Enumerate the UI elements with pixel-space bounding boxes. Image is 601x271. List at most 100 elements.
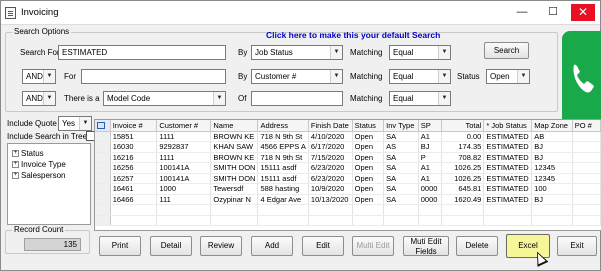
table-cell: SA bbox=[383, 173, 419, 184]
col-header-map-zone[interactable]: Map Zone bbox=[531, 120, 573, 132]
table-cell bbox=[110, 204, 158, 216]
muti-edit-fields-button[interactable]: Muti Edit Fields bbox=[403, 236, 449, 256]
of-input[interactable] bbox=[251, 91, 343, 106]
table-cell: 1026.25 bbox=[441, 173, 485, 184]
col-header-address[interactable]: Address bbox=[257, 120, 309, 132]
conjunction-select-2[interactable]: AND ▼ bbox=[22, 69, 56, 84]
table-cell bbox=[110, 215, 158, 226]
table-cell bbox=[572, 131, 601, 142]
table-cell bbox=[572, 215, 601, 226]
edit-button[interactable]: Edit bbox=[302, 236, 344, 256]
col-header-job-status[interactable]: * Job Status bbox=[483, 120, 533, 132]
table-cell: A1 bbox=[418, 173, 443, 184]
tree-item-salesperson[interactable]: + Salesperson bbox=[12, 171, 65, 180]
row-selector[interactable] bbox=[95, 173, 111, 184]
search-for-input[interactable]: ESTIMATED bbox=[58, 45, 226, 60]
tree-item-status[interactable]: + Status bbox=[12, 149, 44, 158]
search-by-select-2[interactable]: Customer # ▼ bbox=[251, 69, 343, 84]
table-cell bbox=[257, 204, 309, 216]
search-button[interactable]: Search bbox=[484, 42, 529, 59]
table-cell: Open bbox=[352, 141, 385, 153]
status-select[interactable]: Open ▼ bbox=[486, 69, 530, 84]
table-cell: 9292837 bbox=[156, 141, 212, 153]
there-is-a-select[interactable]: Model Code ▼ bbox=[103, 91, 226, 106]
add-button[interactable]: Add bbox=[251, 236, 293, 256]
invoice-grid[interactable]: Invoice # Customer # Name Address Finish… bbox=[94, 119, 601, 231]
search-by-value-2: Customer # bbox=[255, 72, 297, 81]
row-selector[interactable] bbox=[95, 204, 111, 216]
matching-select-2[interactable]: Equal ▼ bbox=[389, 69, 451, 84]
table-row[interactable]: 16466 111 Ozypinar N4 Edgar Ave 10/13/2020 O… bbox=[95, 194, 601, 205]
table-row[interactable]: 16256 100141A SMITH DON 15111 asdf 6/23/2020… bbox=[95, 162, 601, 174]
multi-edit-button: Multi Edit bbox=[352, 236, 394, 256]
default-search-link[interactable]: Click here to make this your default Sea… bbox=[266, 30, 440, 40]
row-selector[interactable] bbox=[95, 162, 111, 174]
row-selector[interactable] bbox=[95, 215, 111, 226]
table-row[interactable] bbox=[95, 204, 601, 216]
row-selector[interactable] bbox=[95, 152, 111, 163]
exit-button[interactable]: Exit bbox=[557, 236, 597, 256]
expand-icon[interactable]: + bbox=[12, 172, 19, 180]
matching-select-1[interactable]: Equal ▼ bbox=[389, 45, 451, 60]
row-selector[interactable] bbox=[95, 141, 111, 153]
phone-panel[interactable] bbox=[562, 31, 601, 127]
table-cell: BJ bbox=[531, 152, 573, 163]
muti-edit-fields-line-1: Muti Edit bbox=[410, 237, 442, 246]
row-selector[interactable] bbox=[95, 183, 111, 195]
matching-value-1: Equal bbox=[393, 48, 414, 57]
grid-corner[interactable] bbox=[95, 120, 111, 132]
there-is-a-value: Model Code bbox=[107, 94, 151, 103]
table-row[interactable]: 16257 100141A SMITH DON 15111 asdf 6/23/2020… bbox=[95, 173, 601, 184]
chevron-down-icon[interactable]: ▼ bbox=[330, 70, 342, 83]
table-row[interactable] bbox=[95, 215, 601, 226]
chevron-down-icon[interactable]: ▼ bbox=[43, 70, 55, 83]
expand-icon[interactable]: + bbox=[12, 150, 19, 158]
status-label: Status bbox=[457, 72, 480, 81]
table-row[interactable]: 16030 9292837 KHAN SAW 4566 EPPS A 6/17/2020… bbox=[95, 141, 601, 153]
chevron-down-icon[interactable]: ▼ bbox=[438, 46, 450, 59]
table-row[interactable]: 15851 1111 BROWN KE 718 N 9th St 4/10/2020 Op… bbox=[95, 131, 601, 142]
print-button[interactable]: Print bbox=[99, 236, 141, 256]
col-header-sp[interactable]: SP bbox=[418, 120, 443, 132]
col-header-name[interactable]: Name bbox=[210, 120, 259, 132]
detail-button[interactable]: Detail bbox=[150, 236, 192, 256]
col-header-status[interactable]: Status bbox=[352, 120, 385, 132]
conjunction-select-3[interactable]: AND ▼ bbox=[22, 91, 56, 106]
include-quote-select[interactable]: Yes ▼ bbox=[58, 116, 92, 131]
col-header-invoice[interactable]: Invoice # bbox=[110, 120, 158, 132]
chevron-down-icon[interactable]: ▼ bbox=[438, 70, 450, 83]
table-row[interactable]: 16461 1000 Tewersdf 588 hasting 10/9/2020 Ope… bbox=[95, 183, 601, 195]
tree-item-label: Salesperson bbox=[21, 171, 66, 180]
review-button[interactable]: Review bbox=[200, 236, 242, 256]
table-row[interactable]: 16216 1111 BROWN KE 718 N 9th St 7/15/2020 Op… bbox=[95, 152, 601, 163]
matching-select-3[interactable]: Equal ▼ bbox=[389, 91, 451, 106]
expand-icon[interactable]: + bbox=[12, 161, 19, 169]
table-cell bbox=[383, 204, 419, 216]
col-header-customer[interactable]: Customer # bbox=[156, 120, 212, 132]
col-header-inv-type[interactable]: Inv Type bbox=[383, 120, 419, 132]
row-selector[interactable] bbox=[95, 194, 111, 205]
invoice-table: Invoice # Customer # Name Address Finish… bbox=[95, 120, 601, 226]
for-input[interactable] bbox=[81, 69, 226, 84]
col-header-po[interactable]: PO # bbox=[572, 120, 601, 132]
close-button[interactable]: ✕ bbox=[571, 4, 595, 21]
chevron-down-icon[interactable]: ▼ bbox=[330, 46, 342, 59]
table-cell: 16030 bbox=[110, 141, 158, 153]
table-cell: 16257 bbox=[110, 173, 158, 184]
chevron-down-icon[interactable]: ▼ bbox=[438, 92, 450, 105]
table-cell: 16466 bbox=[110, 194, 158, 205]
chevron-down-icon[interactable]: ▼ bbox=[517, 70, 529, 83]
chevron-down-icon[interactable]: ▼ bbox=[43, 92, 55, 105]
chevron-down-icon[interactable]: ▼ bbox=[213, 92, 225, 105]
col-header-total[interactable]: Total bbox=[441, 120, 485, 132]
table-cell: 645.81 bbox=[441, 183, 485, 195]
title-bar: Invoicing — ☐ ✕ bbox=[1, 1, 600, 25]
tree-item-invoice-type[interactable]: + Invoice Type bbox=[12, 160, 66, 169]
row-selector[interactable] bbox=[95, 131, 111, 142]
search-by-select-1[interactable]: Job Status ▼ bbox=[251, 45, 343, 60]
chevron-down-icon[interactable]: ▼ bbox=[79, 117, 91, 130]
col-header-finish-date[interactable]: Finish Date bbox=[308, 120, 353, 132]
delete-button[interactable]: Delete bbox=[456, 236, 498, 256]
maximize-button[interactable]: ☐ bbox=[541, 4, 565, 21]
minimize-button[interactable]: — bbox=[510, 4, 534, 21]
